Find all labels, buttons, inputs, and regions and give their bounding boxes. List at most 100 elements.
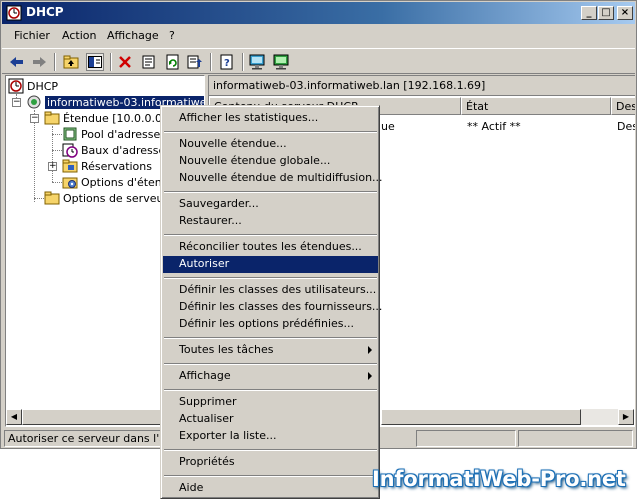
status-panel — [518, 430, 633, 447]
menu-item-refresh[interactable]: Actualiser — [163, 411, 378, 428]
menu-item-all-tasks-label: Toutes les tâches — [179, 343, 274, 356]
svg-text:?: ? — [224, 58, 230, 69]
collapse-server-icon[interactable]: − — [12, 98, 21, 107]
dhcp-root-icon — [8, 78, 24, 94]
server-add-icon[interactable] — [272, 53, 290, 71]
tree-line — [34, 198, 44, 199]
row-description-cell[interactable]: Des — [617, 120, 635, 133]
menu-item-restore[interactable]: Restaurer... — [163, 213, 378, 230]
title-bar[interactable]: DHCP _ □ × — [2, 2, 635, 24]
menu-item-authorize[interactable]: Autoriser — [163, 256, 378, 273]
menu-item-all-tasks[interactable]: Toutes les tâches — [163, 342, 378, 359]
menu-item-new-scope[interactable]: Nouvelle étendue... — [163, 136, 378, 153]
menu-help[interactable]: ? — [169, 29, 175, 42]
menu-item-predefined-options[interactable]: Définir les options prédéfinies... — [163, 316, 378, 333]
expand-reservations-icon[interactable]: + — [48, 162, 57, 171]
back-icon[interactable] — [8, 53, 26, 71]
server-node-icon — [27, 95, 41, 109]
tree-line — [34, 110, 35, 202]
column-header-description[interactable]: Des — [611, 97, 635, 115]
tree-label-reservations: Réservations — [81, 159, 152, 173]
context-menu: Afficher les statistiques... Nouvelle ét… — [160, 105, 383, 499]
tree-line — [52, 182, 62, 183]
toolbar-separator — [242, 53, 244, 71]
menu-affichage[interactable]: Affichage — [107, 29, 159, 42]
menu-separator — [164, 277, 377, 279]
tree-item-dhcp[interactable]: DHCP — [8, 78, 58, 94]
menu-item-export-list[interactable]: Exporter la liste... — [163, 428, 378, 445]
menu-item-view-label: Affichage — [179, 369, 231, 382]
options-icon — [62, 177, 78, 189]
tree-label-dhcp: DHCP — [27, 79, 59, 93]
menu-item-backup[interactable]: Sauvegarder... — [163, 196, 378, 213]
menu-separator — [164, 191, 377, 193]
minimize-button[interactable]: _ — [581, 6, 597, 20]
submenu-arrow-icon — [368, 346, 372, 354]
column-header-state[interactable]: État — [461, 97, 611, 115]
properties-icon[interactable] — [140, 53, 158, 71]
up-folder-icon[interactable] — [62, 53, 80, 71]
help-icon[interactable]: ? — [218, 53, 236, 71]
watermark-logo: InformatiWeb-Pro.net — [372, 467, 626, 491]
details-header: informatiweb-03.informatiweb.lan [192.16… — [209, 76, 635, 96]
menu-item-user-classes[interactable]: Définir les classes des utilisateurs... — [163, 282, 378, 299]
address-pool-icon — [63, 127, 77, 141]
menu-item-help[interactable]: Aide — [163, 480, 378, 497]
tree-item-pool[interactable]: Pool d'adresses — [62, 126, 166, 142]
server-options-folder-icon — [44, 191, 60, 205]
scroll-thumb[interactable] — [22, 409, 162, 425]
row-state-cell[interactable]: ** Actif ** — [467, 120, 521, 133]
scroll-right-icon[interactable]: ▶ — [618, 409, 634, 425]
menu-item-delete[interactable]: Supprimer — [163, 394, 378, 411]
scroll-left-icon[interactable]: ◀ — [6, 409, 22, 425]
lease-clock-icon — [62, 143, 78, 158]
toolbar-separator — [210, 53, 212, 71]
tree-item-scope[interactable]: Étendue [10.0.0.0] — [44, 110, 166, 126]
menu-item-view[interactable]: Affichage — [163, 368, 378, 385]
export-list-icon[interactable] — [186, 53, 204, 71]
details-horizontal-scrollbar[interactable]: ▶ — [381, 409, 634, 425]
tree-label-leases: Baux d'adresse — [81, 143, 166, 157]
status-text: Autoriser ce serveur dans l'annu — [4, 430, 164, 447]
server-icon[interactable] — [248, 53, 266, 71]
menu-fichier[interactable]: Fichier — [14, 29, 50, 42]
menu-item-new-superscope[interactable]: Nouvelle étendue globale... — [163, 153, 378, 170]
menu-separator — [164, 475, 377, 477]
menu-separator — [164, 234, 377, 236]
collapse-scope-icon[interactable]: − — [30, 114, 39, 123]
menu-separator — [164, 131, 377, 133]
row-content-cell[interactable]: ue — [381, 120, 395, 133]
toolbar-separator — [54, 53, 56, 71]
maximize-button[interactable]: □ — [598, 6, 614, 20]
toolbar: ? — [2, 48, 635, 74]
tree-line — [52, 134, 62, 135]
refresh-icon[interactable] — [164, 53, 182, 71]
menu-item-properties[interactable]: Propriétés — [163, 454, 378, 471]
menu-item-new-multicast-scope[interactable]: Nouvelle étendue de multidiffusion... — [163, 170, 383, 187]
delete-icon[interactable] — [116, 53, 134, 71]
tree-item-server-options[interactable]: Options de serveur — [44, 190, 168, 206]
tree-item-leases[interactable]: Baux d'adresse — [62, 142, 165, 158]
menu-item-statistics[interactable]: Afficher les statistiques... — [163, 110, 378, 127]
dhcp-app-icon — [6, 5, 22, 21]
tree-item-reservations[interactable]: Réservations — [62, 158, 152, 174]
menu-item-vendor-classes[interactable]: Définir les classes des fournisseurs... — [163, 299, 382, 316]
menu-separator — [164, 449, 377, 451]
tree-label-pool: Pool d'adresses — [81, 127, 166, 141]
reservations-folder-icon — [62, 159, 78, 173]
tree-line — [52, 150, 62, 151]
menu-separator — [164, 389, 377, 391]
tree-label-server-options: Options de serveur — [63, 191, 168, 205]
menu-separator — [164, 337, 377, 339]
folder-icon — [44, 111, 60, 125]
close-button[interactable]: × — [617, 6, 633, 20]
forward-icon[interactable] — [30, 53, 48, 71]
window-title: DHCP — [26, 5, 64, 19]
status-panel — [416, 430, 516, 447]
menu-item-reconcile[interactable]: Réconcilier toutes les étendues... — [163, 239, 378, 256]
menu-separator — [164, 363, 377, 365]
menu-action[interactable]: Action — [62, 29, 96, 42]
show-hide-tree-icon[interactable] — [86, 53, 104, 71]
tree-label-scope: Étendue [10.0.0.0] — [63, 111, 167, 125]
scroll-thumb[interactable] — [381, 409, 581, 425]
